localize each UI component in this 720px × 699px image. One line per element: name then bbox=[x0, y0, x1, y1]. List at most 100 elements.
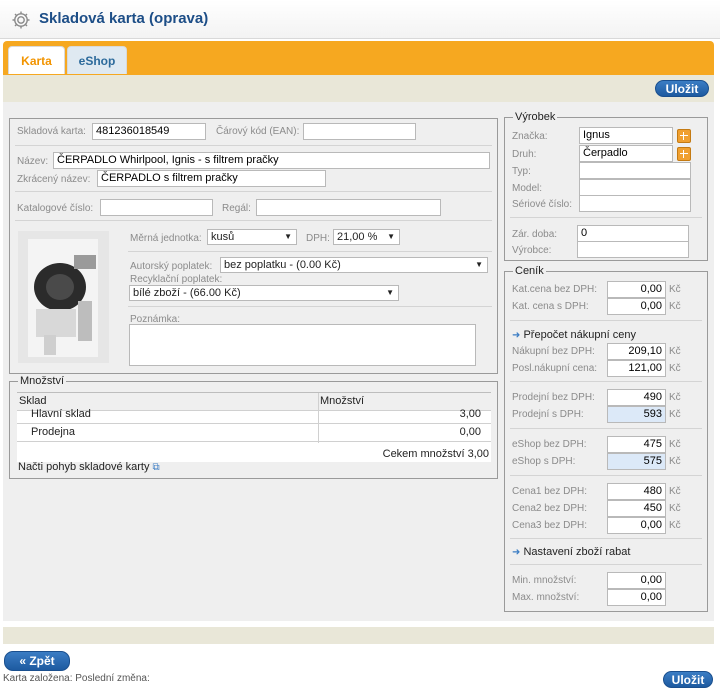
max-qty-label: Max. množství: bbox=[512, 592, 580, 603]
ean-label: Čárový kód (EAN): bbox=[216, 126, 300, 137]
currency-label: Kč bbox=[669, 486, 681, 497]
shelf-input[interactable] bbox=[256, 199, 441, 216]
save-bar bbox=[3, 75, 714, 102]
currency-label: Kč bbox=[669, 284, 681, 295]
save-bottom-button[interactable]: Uložit bbox=[663, 671, 713, 688]
min-qty-input[interactable]: 0,00 bbox=[607, 572, 666, 589]
sell-vat-input[interactable]: 593 bbox=[607, 406, 666, 423]
tab-karta[interactable]: Karta bbox=[8, 46, 65, 74]
divider bbox=[510, 381, 702, 382]
footer-bar bbox=[3, 627, 714, 644]
brand-label: Značka: bbox=[512, 131, 548, 142]
divider bbox=[128, 251, 492, 252]
chevron-down-icon: ▼ bbox=[475, 260, 483, 269]
unit-value: kusů bbox=[211, 231, 235, 243]
recycle-fee-label: Recyklační poplatek: bbox=[130, 274, 223, 285]
table-row[interactable]: Hlavní sklad 3,00 bbox=[17, 406, 491, 424]
last-buy-input[interactable]: 121,00 bbox=[607, 360, 666, 377]
price3-label: Cena3 bez DPH: bbox=[512, 520, 588, 531]
currency-label: Kč bbox=[669, 439, 681, 450]
sell-no-vat-input[interactable]: 490 bbox=[607, 389, 666, 406]
currency-label: Kč bbox=[669, 346, 681, 357]
shelf-label: Regál: bbox=[222, 203, 251, 214]
arrow-right-icon: ➜ bbox=[512, 330, 521, 341]
recycle-fee-value: bílé zboží - (66.00 Kč) bbox=[133, 287, 241, 299]
movement-link[interactable]: Načti pohyb skladové karty ⧉ bbox=[18, 461, 160, 473]
min-qty-label: Min. množství: bbox=[512, 575, 577, 586]
divider bbox=[510, 538, 702, 539]
divider bbox=[510, 217, 702, 218]
recalc-purchase-link[interactable]: ➜ Přepočet nákupní ceny bbox=[512, 329, 636, 341]
price3-input[interactable]: 0,00 bbox=[607, 517, 666, 534]
card-info: Karta založena: Poslední změna: bbox=[3, 673, 150, 684]
warehouse-qty: 3,00 bbox=[459, 408, 481, 420]
save-button[interactable]: Uložit bbox=[655, 80, 709, 97]
short-name-input[interactable]: ČERPADLO s filtrem pračky bbox=[97, 170, 326, 187]
name-label: Název: bbox=[17, 156, 49, 167]
model-label: Model: bbox=[512, 183, 543, 194]
divider bbox=[510, 475, 702, 476]
card-number-label: Skladová karta: bbox=[17, 126, 86, 137]
warehouse-name: Hlavní sklad bbox=[31, 408, 91, 420]
price1-input[interactable]: 480 bbox=[607, 483, 666, 500]
warehouse-qty: 0,00 bbox=[459, 426, 481, 438]
warranty-input[interactable]: 0 bbox=[577, 225, 689, 242]
type-input[interactable]: Čerpadlo bbox=[579, 145, 673, 162]
name-input[interactable]: ČERPADLO Whirlpool, Ignis - s filtrem pr… bbox=[53, 152, 490, 169]
cat-price-vat-input[interactable]: 0,00 bbox=[607, 298, 666, 315]
type-label: Druh: bbox=[512, 149, 537, 160]
table-row[interactable]: Prodejna 0,00 bbox=[17, 424, 491, 442]
card-number-input[interactable]: 481236018549 bbox=[92, 123, 206, 140]
product-legend: Výrobek bbox=[513, 111, 558, 123]
gear-icon bbox=[12, 11, 30, 29]
buy-no-vat-input[interactable]: 209,10 bbox=[607, 343, 666, 360]
model-input[interactable] bbox=[579, 179, 691, 196]
external-link-icon: ⧉ bbox=[152, 462, 160, 473]
currency-label: Kč bbox=[669, 363, 681, 374]
cat-price-vat-label: Kat. cena s DPH: bbox=[512, 301, 589, 312]
chevron-down-icon: ▼ bbox=[386, 288, 394, 297]
brand-picker-icon[interactable] bbox=[677, 129, 691, 143]
recycle-fee-select[interactable]: bílé zboží - (66.00 Kč) ▼ bbox=[129, 285, 399, 301]
brand-input[interactable]: Ignus bbox=[579, 127, 673, 144]
quantity-table: Sklad Množství Hlavní sklad 3,00 Prodejn… bbox=[17, 392, 491, 462]
price2-input[interactable]: 450 bbox=[607, 500, 666, 517]
vat-select[interactable]: 21,00 % ▼ bbox=[333, 229, 400, 245]
note-textarea[interactable] bbox=[129, 324, 476, 366]
maker-input[interactable] bbox=[577, 241, 689, 258]
tab-eshop[interactable]: eShop bbox=[67, 46, 127, 74]
catalog-number-label: Katalogové číslo: bbox=[17, 203, 94, 214]
pricelist-panel: Ceník Kat.cena bez DPH: 0,00 Kč Kat. cen… bbox=[504, 265, 708, 612]
eshop-vat-input[interactable]: 575 bbox=[607, 453, 666, 470]
unit-select[interactable]: kusů ▼ bbox=[207, 229, 297, 245]
back-button[interactable]: « Zpět bbox=[4, 651, 70, 671]
currency-label: Kč bbox=[669, 520, 681, 531]
divider bbox=[15, 145, 492, 146]
currency-label: Kč bbox=[669, 392, 681, 403]
kind-input[interactable] bbox=[579, 162, 691, 179]
currency-label: Kč bbox=[669, 409, 681, 420]
maker-label: Výrobce: bbox=[512, 245, 552, 256]
chevron-down-icon: ▼ bbox=[284, 232, 292, 241]
kind-label: Typ: bbox=[512, 166, 531, 177]
warranty-label: Zár. doba: bbox=[512, 229, 558, 240]
discount-settings-link[interactable]: ➜ Nastavení zboží rabat bbox=[512, 546, 630, 558]
type-picker-icon[interactable] bbox=[677, 147, 691, 161]
product-photo bbox=[18, 231, 109, 363]
cat-price-no-vat-input[interactable]: 0,00 bbox=[607, 281, 666, 298]
catalog-number-input[interactable] bbox=[100, 199, 213, 216]
page-title: Skladová karta (oprava) bbox=[39, 10, 209, 27]
last-buy-label: Posl.nákupní cena: bbox=[512, 363, 598, 374]
quantity-legend: Množství bbox=[18, 375, 67, 387]
max-qty-input[interactable]: 0,00 bbox=[607, 589, 666, 606]
eshop-no-vat-input[interactable]: 475 bbox=[607, 436, 666, 453]
serial-input[interactable] bbox=[579, 195, 691, 212]
card-panel: Skladová karta: 481236018549 Čárový kód … bbox=[9, 118, 498, 374]
author-fee-select[interactable]: bez poplatku - (0.00 Kč) ▼ bbox=[220, 257, 488, 273]
sell-vat-label: Prodejní s DPH: bbox=[512, 409, 584, 420]
warehouse-name: Prodejna bbox=[31, 426, 76, 438]
divider bbox=[510, 320, 702, 321]
ean-input[interactable] bbox=[303, 123, 416, 140]
divider bbox=[510, 428, 702, 429]
discount-settings-label: Nastavení zboží rabat bbox=[523, 546, 631, 558]
